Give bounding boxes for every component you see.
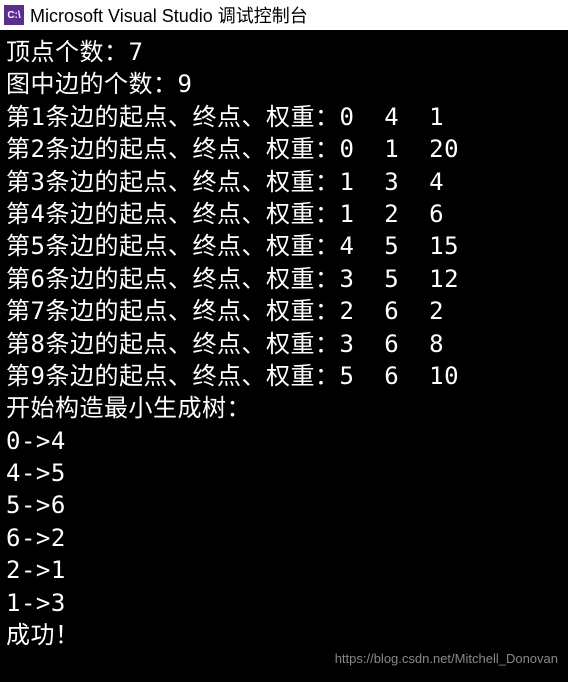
console-line: 第1条边的起点、终点、权重：0 4 1 (6, 101, 562, 133)
console-line: 第8条边的起点、终点、权重：3 6 8 (6, 328, 562, 360)
console-line: 1->3 (6, 587, 562, 619)
console-line: 6->2 (6, 522, 562, 554)
console-line: 第9条边的起点、终点、权重：5 6 10 (6, 360, 562, 392)
console-output: 顶点个数：7 图中边的个数：9 第1条边的起点、终点、权重：0 4 1 第2条边… (0, 32, 568, 682)
console-line: 成功！ (6, 619, 562, 651)
console-line: 0->4 (6, 425, 562, 457)
console-line: 第7条边的起点、终点、权重：2 6 2 (6, 295, 562, 327)
window-title: Microsoft Visual Studio 调试控制台 (30, 2, 308, 28)
console-line: 5->6 (6, 489, 562, 521)
console-line: 第5条边的起点、终点、权重：4 5 15 (6, 230, 562, 262)
app-icon: C:\ (4, 5, 24, 25)
app-icon-text: C:\ (7, 10, 20, 21)
watermark-text: https://blog.csdn.net/Mitchell_Donovan (335, 650, 558, 668)
console-line: 第4条边的起点、终点、权重：1 2 6 (6, 198, 562, 230)
console-line: 图中边的个数：9 (6, 68, 562, 100)
title-bar: C:\ Microsoft Visual Studio 调试控制台 (0, 0, 568, 32)
console-line: 第6条边的起点、终点、权重：3 5 12 (6, 263, 562, 295)
console-line: 2->1 (6, 554, 562, 586)
console-line: 开始构造最小生成树： (6, 392, 562, 424)
console-line: 第3条边的起点、终点、权重：1 3 4 (6, 166, 562, 198)
console-line: 第2条边的起点、终点、权重：0 1 20 (6, 133, 562, 165)
console-line: 顶点个数：7 (6, 36, 562, 68)
console-line: 4->5 (6, 457, 562, 489)
